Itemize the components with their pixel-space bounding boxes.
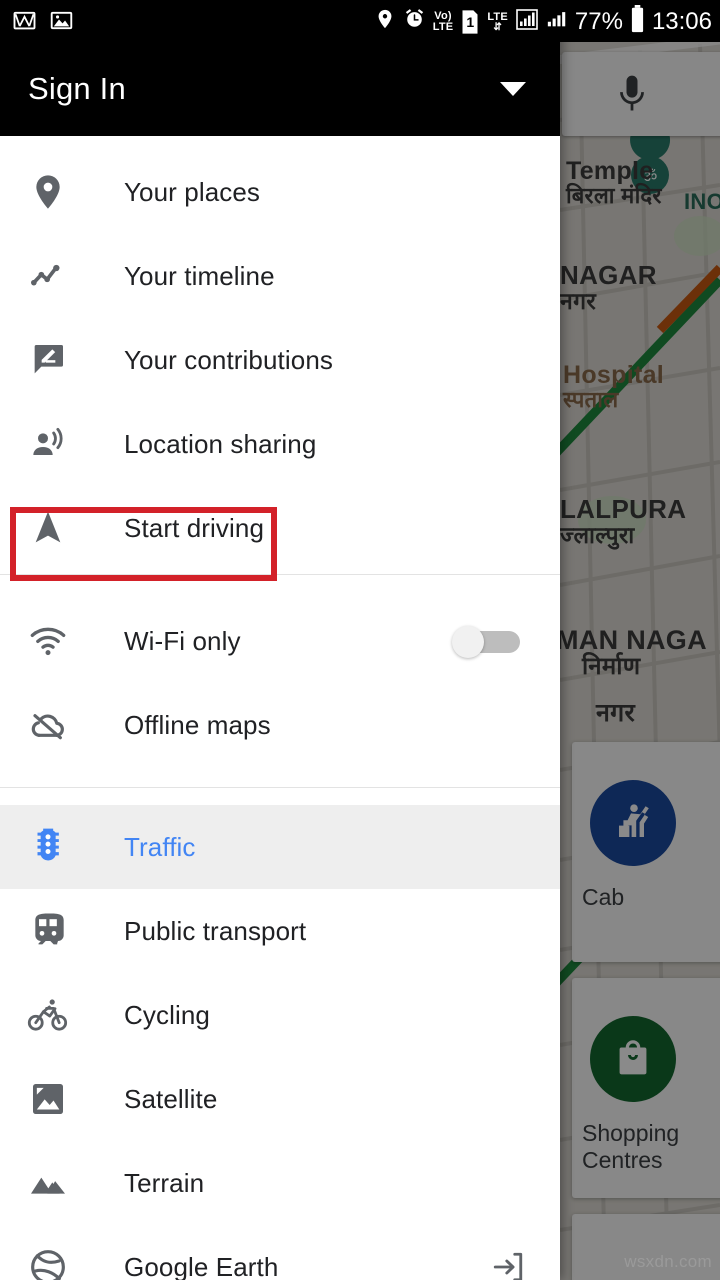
clock-label: 13:06 [651, 8, 712, 35]
menu-item-your-places[interactable]: Your places [0, 150, 560, 234]
list-top-spacer [0, 136, 560, 150]
menu-item-label: Your timeline [124, 260, 275, 291]
chevron-down-icon[interactable] [500, 82, 526, 96]
menu-item-label: Traffic [124, 831, 196, 862]
group-spacer [0, 575, 560, 599]
signal-bars2-icon [546, 8, 568, 37]
volte-icon: Vo) LTE [432, 10, 454, 33]
battery-icon [630, 4, 645, 40]
menu-item-your-timeline[interactable]: Your timeline [0, 234, 560, 318]
menu-item-public-transport[interactable]: Public transport [0, 889, 560, 973]
menu-item-label: Wi-Fi only [124, 625, 241, 656]
menu-item-start-driving[interactable]: Start driving [0, 486, 560, 570]
gmail-icon [12, 8, 37, 38]
status-bar: Vo) LTE 1 LTE ⇵ 77% 13:06 [0, 0, 720, 42]
menu-item-offline-maps[interactable]: Offline maps [0, 683, 560, 767]
account-switcher[interactable]: Sign In [0, 42, 560, 136]
sim-number: 1 [466, 14, 475, 30]
toggle-knob [452, 626, 484, 658]
person-broadcast-icon [18, 424, 78, 464]
menu-item-traffic[interactable]: Traffic [0, 805, 560, 889]
traffic-light-icon [18, 827, 78, 867]
status-bar-notifications [12, 8, 74, 38]
group-spacer [0, 788, 560, 805]
timeline-icon [18, 256, 78, 296]
sim1-icon: 1 [460, 9, 480, 35]
menu-item-cycling[interactable]: Cycling [0, 973, 560, 1057]
location-icon [374, 8, 396, 37]
lte-data-icon: LTE ⇵ [487, 10, 508, 33]
menu-item-satellite[interactable]: Satellite [0, 1057, 560, 1141]
menu-item-label: Location sharing [124, 428, 317, 459]
status-bar-system-icons: Vo) LTE 1 LTE ⇵ 77% 13:06 [374, 4, 712, 40]
menu-item-your-contributions[interactable]: Your contributions [0, 318, 560, 402]
wifi-only-toggle[interactable] [452, 626, 520, 658]
bicycle-icon [18, 994, 78, 1036]
globe-icon [18, 1247, 78, 1280]
menu-item-label: Your contributions [124, 344, 333, 375]
drawer-menu-list: Your places Your timeline Your contribut… [0, 136, 560, 1280]
navigation-drawer: Sign In Your places Your timeline Your c… [0, 0, 560, 1280]
app-screen: ॐ Temple बिरला मंदिर INO NAGAR नगर Hospi… [0, 0, 720, 1280]
alarm-icon [403, 7, 426, 37]
menu-item-label: Cycling [124, 999, 210, 1030]
edit-comment-icon [18, 340, 78, 380]
menu-item-label: Start driving [124, 512, 265, 543]
battery-percent-label: 77% [574, 8, 623, 35]
menu-item-label: Google Earth [124, 1251, 279, 1280]
group-spacer [0, 767, 560, 787]
signal-bars-icon [515, 7, 539, 38]
satellite-image-icon [18, 1079, 78, 1119]
menu-item-terrain[interactable]: Terrain [0, 1141, 560, 1225]
open-external-icon[interactable] [490, 1249, 526, 1280]
navigation-arrow-icon [18, 508, 78, 548]
menu-item-label: Public transport [124, 915, 307, 946]
menu-item-wifi-only[interactable]: Wi-Fi only [0, 599, 560, 683]
cloud-off-icon [18, 705, 78, 745]
menu-item-google-earth[interactable]: Google Earth [0, 1225, 560, 1280]
menu-item-location-sharing[interactable]: Location sharing [0, 402, 560, 486]
train-icon [18, 911, 78, 951]
menu-item-label: Satellite [124, 1083, 218, 1114]
mountains-icon [18, 1163, 78, 1203]
menu-item-label: Terrain [124, 1167, 205, 1198]
watermark: wsxdn.com [624, 1252, 712, 1271]
menu-item-label: Offline maps [124, 709, 271, 740]
menu-item-label: Your places [124, 176, 261, 207]
wifi-icon [18, 621, 78, 661]
photos-icon [49, 8, 74, 38]
map-pin-icon [18, 172, 78, 212]
sign-in-label: Sign In [28, 71, 126, 106]
